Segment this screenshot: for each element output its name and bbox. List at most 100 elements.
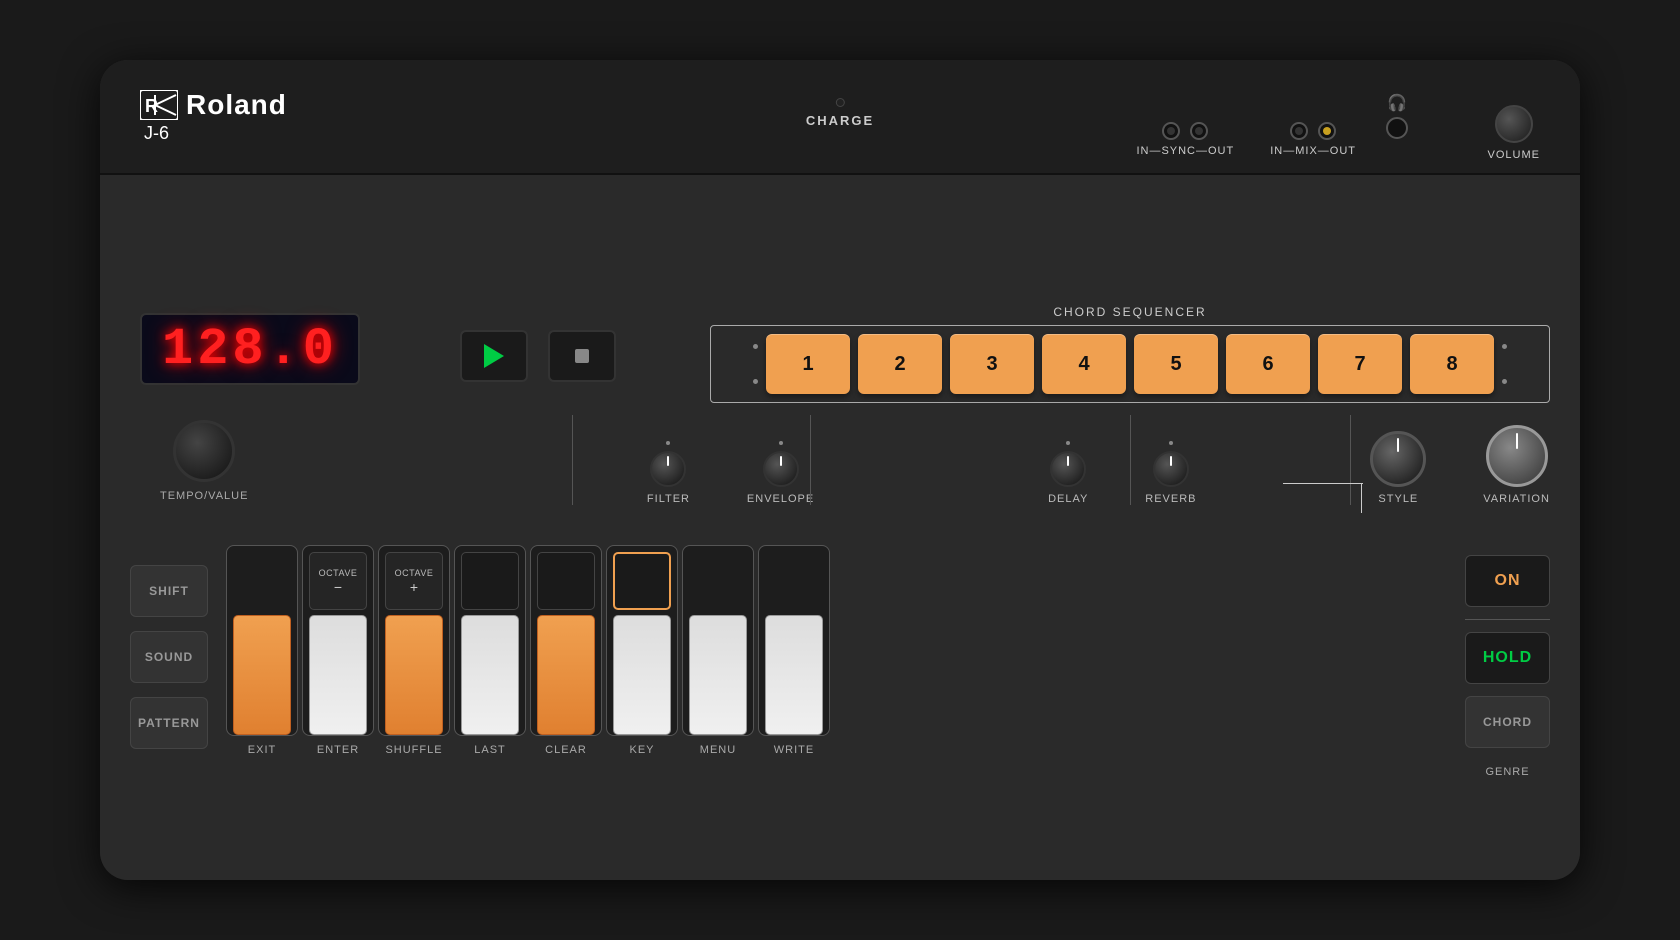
write-key[interactable] <box>765 615 823 735</box>
sync-label: IN—SYNC—OUT <box>1136 145 1234 157</box>
clear-key[interactable] <box>537 615 595 735</box>
reverb-knob-group: REVERB <box>1145 441 1196 505</box>
divider-2 <box>810 415 811 505</box>
chord-seq-btn-6[interactable]: 6 <box>1226 334 1310 394</box>
chord-genre-button[interactable]: CHORD <box>1465 696 1550 748</box>
menu-key[interactable] <box>689 615 747 735</box>
enter-label: ENTER <box>317 744 359 756</box>
mix-in-jack <box>1290 122 1308 140</box>
style-knob[interactable] <box>1370 431 1426 487</box>
key-group-enter: OCTAVE − ENTER <box>302 545 374 756</box>
key-white-key[interactable] <box>613 615 671 735</box>
filter-knob-group: FILTER <box>647 441 690 505</box>
envelope-dot <box>779 441 783 445</box>
mix-out-jack <box>1318 122 1336 140</box>
charge-area: CHARGE <box>806 98 874 128</box>
chord-seq-btn-4[interactable]: 4 <box>1042 334 1126 394</box>
chord-seq-label: CHORD SEQUENCER <box>710 305 1550 319</box>
key-label-text: KEY <box>629 744 654 756</box>
reverb-knob[interactable] <box>1153 451 1189 487</box>
tempo-knob[interactable] <box>173 420 235 482</box>
seq-dot <box>753 344 758 349</box>
reverb-dot <box>1169 441 1173 445</box>
volume-label: VOLUME <box>1488 149 1540 161</box>
exit-key[interactable] <box>233 615 291 735</box>
key-group-write: WRITE <box>758 545 830 756</box>
keys-section: SHIFT SOUND PATTERN EXIT <box>130 545 1550 860</box>
sync-in-jack <box>1162 122 1180 140</box>
envelope-knob-group: ENVELOPE <box>747 441 814 505</box>
play-icon <box>484 344 504 368</box>
last-black-key[interactable] <box>461 552 519 610</box>
on-button[interactable]: ON <box>1465 555 1550 607</box>
shuffle-key[interactable] <box>385 615 443 735</box>
chord-seq-box: 1 2 3 4 5 6 7 8 <box>710 325 1550 403</box>
chord-seq-btn-7[interactable]: 7 <box>1318 334 1402 394</box>
right-panel: ON HOLD CHORD GENRE <box>1465 555 1550 778</box>
sync-out-jack <box>1190 122 1208 140</box>
chord-seq-btn-8[interactable]: 8 <box>1410 334 1494 394</box>
hold-button[interactable]: HOLD <box>1465 632 1550 684</box>
filter-dot <box>666 441 670 445</box>
variation-label: VARIATION <box>1483 493 1550 505</box>
play-button[interactable] <box>460 330 528 382</box>
delay-dot <box>1066 441 1070 445</box>
headphone-jack <box>1386 117 1408 139</box>
key-group-clear: CLEAR <box>530 545 602 756</box>
mix-label: IN—MIX—OUT <box>1270 145 1356 157</box>
filter-label: FILTER <box>647 493 690 505</box>
pattern-button[interactable]: PATTERN <box>130 697 208 749</box>
delay-knob[interactable] <box>1050 451 1086 487</box>
volume-knob[interactable] <box>1495 105 1533 143</box>
delay-knob-group: DELAY <box>1048 441 1088 505</box>
key-black-key[interactable] <box>613 552 671 610</box>
seq-dot <box>1502 379 1507 384</box>
headphone-group: 🎧 <box>1386 93 1408 157</box>
seq-dot <box>753 379 758 384</box>
chord-btn-label: CHORD <box>1483 715 1532 729</box>
divider-1 <box>572 415 573 505</box>
clear-black-key[interactable] <box>537 552 595 610</box>
stop-icon <box>575 349 589 363</box>
led-display: 128.0 <box>140 313 360 385</box>
volume-group: VOLUME <box>1488 60 1540 175</box>
seq-dots-right <box>1502 344 1507 384</box>
style-variation-line <box>1283 483 1363 484</box>
headphone-icon: 🎧 <box>1387 93 1407 113</box>
enter-key[interactable] <box>309 615 367 735</box>
seq-dot <box>1502 344 1507 349</box>
last-key[interactable] <box>461 615 519 735</box>
keys-container: EXIT OCTAVE − ENTER <box>226 545 1447 756</box>
variation-knob[interactable] <box>1486 425 1548 487</box>
variation-vert-line <box>1361 483 1362 513</box>
chord-seq-btn-5[interactable]: 5 <box>1134 334 1218 394</box>
stop-button[interactable] <box>548 330 616 382</box>
key-group-last: LAST <box>454 545 526 756</box>
device-body: R Roland J-6 CHARGE IN—SYNC—OUT <box>100 60 1580 880</box>
octave-minus-key[interactable]: OCTAVE − <box>309 552 367 610</box>
exit-label: EXIT <box>248 744 276 756</box>
roland-icon: R <box>140 90 178 120</box>
divider-3 <box>1130 415 1131 505</box>
sound-button[interactable]: SOUND <box>130 631 208 683</box>
chord-seq-btn-1[interactable]: 1 <box>766 334 850 394</box>
filter-knob[interactable] <box>650 451 686 487</box>
write-label: WRITE <box>774 744 814 756</box>
chord-seq-btn-3[interactable]: 3 <box>950 334 1034 394</box>
reverb-label: REVERB <box>1145 493 1196 505</box>
tempo-label: TEMPO/VALUE <box>160 490 248 502</box>
display-section: 128.0 <box>140 313 380 393</box>
chord-seq-btn-2[interactable]: 2 <box>858 334 942 394</box>
mix-connector-group: IN—MIX—OUT <box>1270 122 1356 157</box>
chord-sequencer: CHORD SEQUENCER 1 2 3 4 5 6 7 8 <box>710 305 1550 403</box>
divider-4 <box>1350 415 1351 505</box>
octave-plus-key[interactable]: OCTAVE + <box>385 552 443 610</box>
connectors-area: IN—SYNC—OUT IN—MIX—OUT 🎧 <box>1118 60 1420 175</box>
key-group-menu: MENU <box>682 545 754 756</box>
brand-name: Roland <box>186 89 287 121</box>
charge-label: CHARGE <box>806 113 874 128</box>
top-bar: R Roland J-6 CHARGE IN—SYNC—OUT <box>100 60 1580 175</box>
envelope-knob[interactable] <box>763 451 799 487</box>
genre-label: GENRE <box>1465 766 1550 778</box>
shift-button[interactable]: SHIFT <box>130 565 208 617</box>
